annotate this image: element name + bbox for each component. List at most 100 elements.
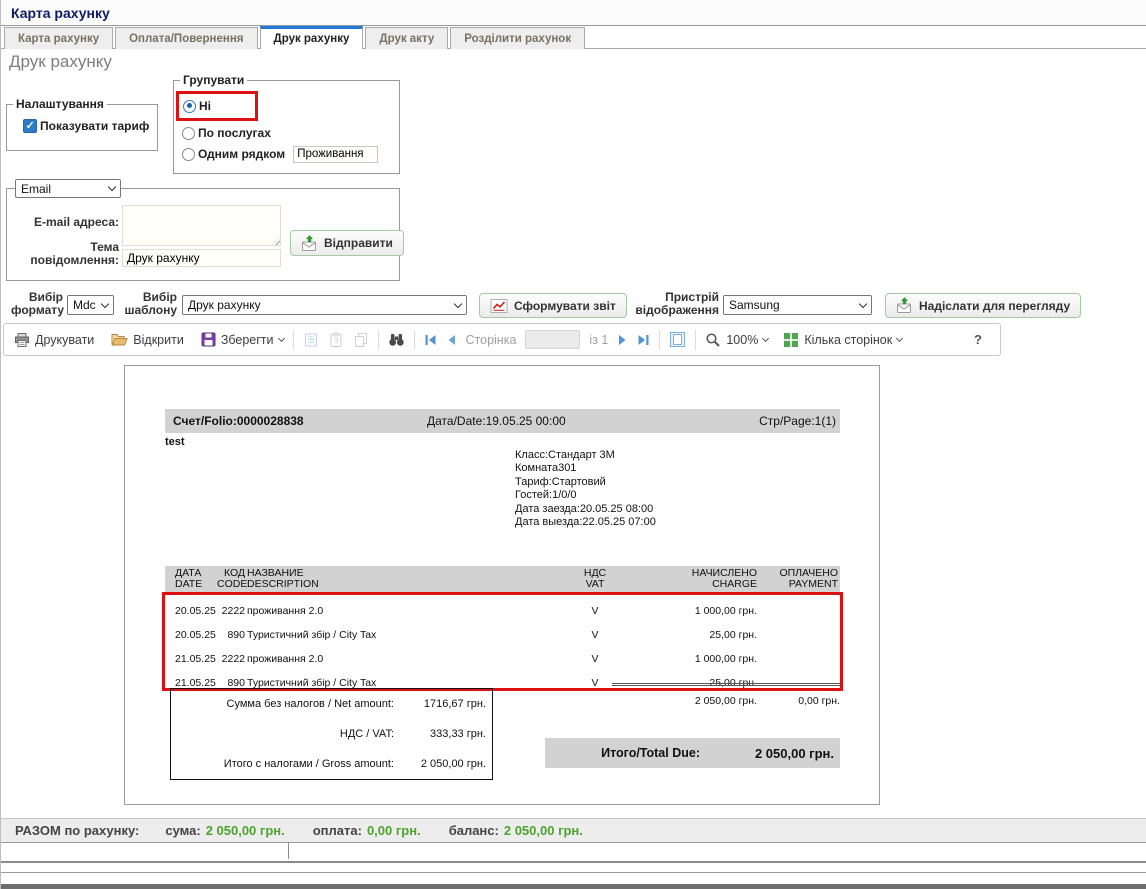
radio-single-line[interactable] xyxy=(182,148,195,161)
clipboard-question-icon: ? xyxy=(328,332,344,348)
page-number-input[interactable] xyxy=(525,330,580,349)
grouping-option-single-line[interactable]: Одним рядком xyxy=(182,145,399,163)
tab-split-invoice[interactable]: Розділити рахунок xyxy=(450,27,585,49)
copy-pages-button[interactable] xyxy=(353,332,369,348)
subject-input[interactable] xyxy=(122,249,281,267)
svg-text:?: ? xyxy=(334,337,339,346)
single-line-text-input[interactable] xyxy=(293,146,378,163)
zoom-value: 100% xyxy=(726,333,758,347)
format-select[interactable]: Mdc xyxy=(67,295,114,315)
multi-page-label: Кілька сторінок xyxy=(804,333,892,347)
tab-payment-refund[interactable]: Оплата/Повернення xyxy=(115,27,257,49)
document-properties-button[interactable] xyxy=(303,332,319,348)
grouping-option-no[interactable]: Ні xyxy=(183,97,251,115)
grouping-groupbox: Групувати Ні По послугах Одним рядком xyxy=(173,73,400,174)
col-description: НАЗВАНИЕDESCRIPTION xyxy=(245,568,565,591)
floppy-disk-icon xyxy=(201,332,216,347)
show-tariff-checkbox[interactable] xyxy=(23,119,37,133)
show-tariff-option[interactable]: Показувати тариф xyxy=(23,119,157,133)
toolbar-separator xyxy=(659,330,660,350)
table-row: 21.05.252222 проживання 2.0V 1 000,00 гр… xyxy=(165,647,840,671)
highlight-box-no-option: Ні xyxy=(176,91,258,121)
chevron-down-icon xyxy=(896,335,903,342)
invoice-preview-page: Счет/Folio:0000028838 Дата/Date:19.05.25… xyxy=(124,365,880,805)
detail-guests: Гостей:1/0/0 xyxy=(515,489,656,502)
send-for-preview-button[interactable]: Надіслати для перегляду xyxy=(885,293,1081,318)
invoice-folio: Счет/Folio:0000028838 xyxy=(173,414,304,428)
total-due-label: Итого/Total Due: xyxy=(545,746,728,760)
account-card-window: Карта рахунку Карта рахунку Оплата/Повер… xyxy=(0,0,1146,889)
chevron-down-icon xyxy=(101,299,109,307)
previous-page-button[interactable] xyxy=(446,334,457,346)
invoice-stay-details: Класс:Стандарт 3М Комната301 Тариф:Старт… xyxy=(515,449,656,529)
toolbar-separator xyxy=(378,330,379,350)
print-button[interactable]: Друкувати xyxy=(14,332,94,348)
show-tariff-label: Показувати тариф xyxy=(40,119,149,133)
first-page-icon xyxy=(424,334,437,346)
gross-amount-value: 2 050,00 грн. xyxy=(394,758,486,770)
copy-icon xyxy=(353,332,369,348)
template-select[interactable]: Друк рахунку xyxy=(182,295,467,315)
net-amount-label: Сумма без налогов / Net amount: xyxy=(177,698,394,710)
paid-label: оплата: xyxy=(313,823,362,838)
generate-report-button[interactable]: Сформувати звіт xyxy=(479,293,627,318)
open-button[interactable]: Відкрити xyxy=(111,332,184,347)
report-toolbar: Друкувати Відкрити Зберегти xyxy=(3,323,1001,356)
detail-tariff: Тариф:Стартовий xyxy=(515,476,656,489)
chart-icon xyxy=(490,298,508,314)
chevron-down-icon xyxy=(277,335,284,342)
sum-value: 2 050,00 грн. xyxy=(206,823,285,838)
email-address-label: E-mail адреса: xyxy=(9,216,119,229)
col-code: КОДCODE xyxy=(217,568,245,591)
window-bottom-edge xyxy=(1,884,1146,889)
page-layout-button[interactable] xyxy=(669,331,686,348)
open-label: Відкрити xyxy=(133,333,184,347)
radio-no-label: Ні xyxy=(199,99,211,113)
tab-bar: Карта рахунку Оплата/Повернення Друк рах… xyxy=(1,27,1146,49)
device-value: Samsung xyxy=(729,298,780,312)
total-due-value: 2 050,00 грн. xyxy=(728,746,840,761)
email-address-input[interactable] xyxy=(122,205,281,246)
template-label: Вибір шаблону xyxy=(117,291,177,317)
detail-room: Комната301 xyxy=(515,462,656,475)
magnifier-icon xyxy=(705,332,721,348)
col-date: ДАТАDATE xyxy=(175,568,217,591)
previous-page-icon xyxy=(446,334,457,346)
col-payment: ОПЛАЧЕНОPAYMENT xyxy=(757,568,838,591)
envelope-up-icon xyxy=(301,235,318,252)
col-vat: НДСVAT xyxy=(565,568,625,591)
send-button-label: Відправити xyxy=(324,236,393,250)
next-page-button[interactable] xyxy=(617,334,628,346)
radio-no[interactable] xyxy=(183,100,196,113)
first-page-button[interactable] xyxy=(424,334,437,346)
window-title: Карта рахунку xyxy=(11,5,110,21)
grouping-legend: Групувати xyxy=(180,73,247,87)
radio-single-line-label: Одним рядком xyxy=(198,147,285,161)
tab-print-invoice[interactable]: Друк рахунку xyxy=(260,26,364,49)
display-device-label: Пристрій відображення xyxy=(621,291,719,317)
zoom-control[interactable]: 100% xyxy=(705,332,768,348)
email-groupbox: Email E-mail адреса: Тема повідомлення: … xyxy=(6,188,400,281)
tax-summary-box: Сумма без налогов / Net amount: 1716,67 … xyxy=(170,688,493,780)
radio-by-services[interactable] xyxy=(182,127,195,140)
last-page-button[interactable] xyxy=(637,334,650,346)
grouping-option-by-services[interactable]: По послугах xyxy=(182,124,399,142)
display-device-select[interactable]: Samsung xyxy=(723,295,872,315)
subject-label: Тема повідомлення: xyxy=(9,241,119,267)
send-type-value: Email xyxy=(21,182,51,196)
page-title: Друк рахунку xyxy=(9,52,112,72)
detail-checkin: Дата заезда:20.05.25 08:00 xyxy=(515,503,656,516)
help-button[interactable]: ? xyxy=(974,332,982,347)
find-button[interactable] xyxy=(388,332,405,347)
detail-checkout: Дата выезда:22.05.25 07:00 xyxy=(515,516,656,529)
tab-print-act[interactable]: Друк акту xyxy=(365,27,448,49)
send-button[interactable]: Відправити xyxy=(290,230,404,256)
document-lines-icon xyxy=(303,332,319,348)
tab-account-card[interactable]: Карта рахунку xyxy=(4,27,113,49)
save-button[interactable]: Зберегти xyxy=(201,332,284,347)
send-type-select[interactable]: Email xyxy=(15,179,121,198)
net-amount-row: Сумма без налогов / Net amount: 1716,67 … xyxy=(177,698,486,710)
table-row: 20.05.252222 проживання 2.0V 1 000,00 гр… xyxy=(165,599,840,623)
clipboard-help-button[interactable]: ? xyxy=(328,332,344,348)
multi-page-control[interactable]: Кілька сторінок xyxy=(783,332,902,348)
